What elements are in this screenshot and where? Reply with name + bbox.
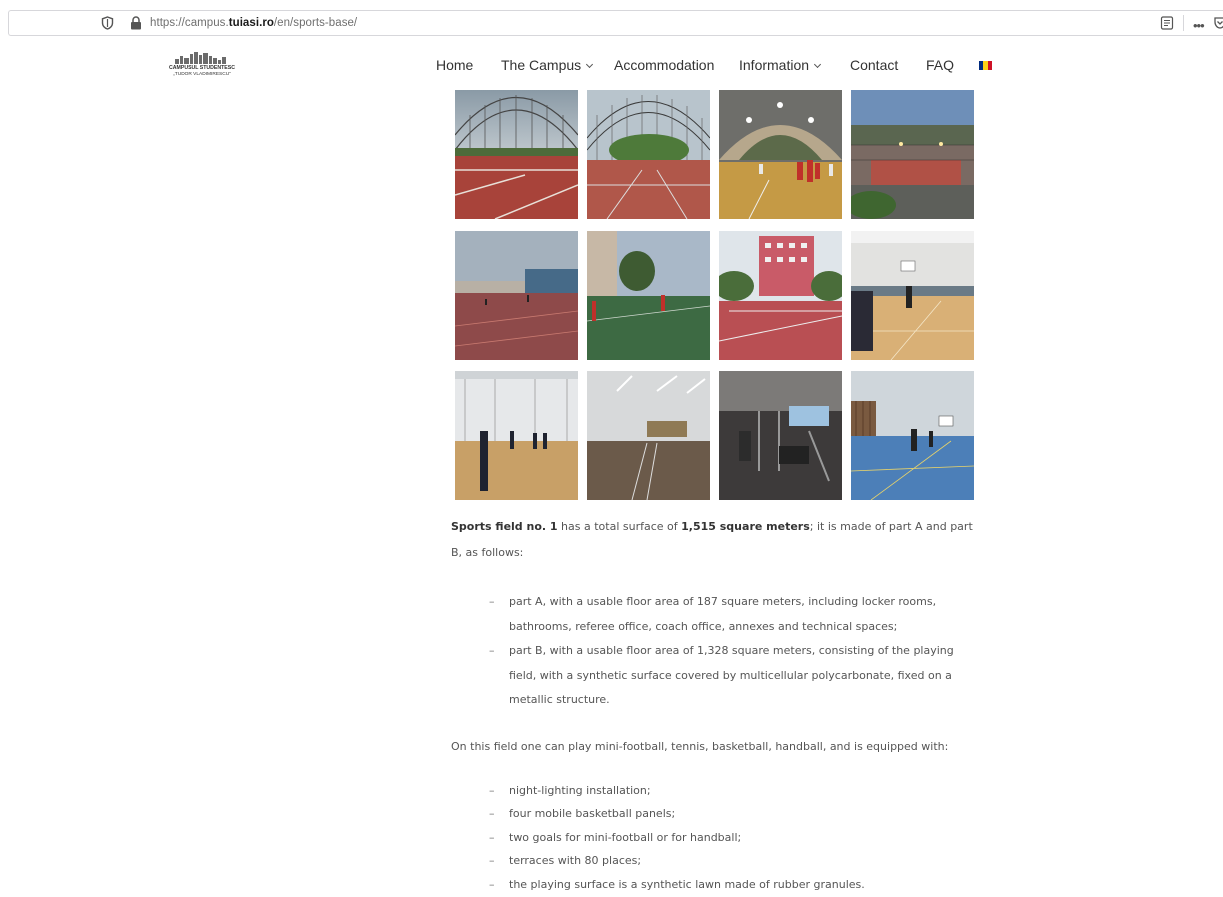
list-item: the playing surface is a synthetic lawn …	[489, 873, 981, 897]
dome-tennis-court-photo[interactable]	[455, 90, 578, 219]
paragraph-sports-field-intro: Sports field no. 1 has a total surface o…	[451, 520, 973, 559]
fitness-room-photo[interactable]	[719, 371, 842, 500]
part-list: part A, with a usable floor area of 187 …	[451, 590, 981, 713]
list-item: two goals for mini-football or for handb…	[489, 826, 981, 850]
romanian-flag-icon[interactable]	[979, 61, 992, 70]
nav-faq[interactable]: FAQ	[926, 57, 954, 73]
indoor-gym-players-photo[interactable]	[455, 371, 578, 500]
pocket-icon[interactable]	[1214, 16, 1223, 30]
blue-floor-gym-photo[interactable]	[851, 371, 974, 500]
list-item: part A, with a usable floor area of 187 …	[489, 590, 981, 639]
url-text[interactable]: https://campus.tuiasi.ro/en/sports-base/	[150, 17, 357, 29]
logo-line2: „TUDOR VLADIMIRESCU”	[173, 71, 231, 77]
list-item: terraces with 80 places;	[489, 849, 981, 873]
list-item: four mobile basketball panels;	[489, 802, 981, 826]
campus-logo[interactable]: CAMPUSUL STUDENTESC „TUDOR VLADIMIRESCU”	[161, 51, 243, 77]
article-body: Sports field no. 1 has a total surface o…	[451, 514, 981, 896]
paragraph-equipment-intro: On this field one can play mini-football…	[451, 739, 949, 753]
indoor-basketball-photo[interactable]	[851, 231, 974, 360]
dome-court-trees-photo[interactable]	[587, 90, 710, 219]
toolbar-separator	[1183, 15, 1184, 31]
equipment-list: night-lighting installation; four mobile…	[451, 779, 981, 897]
green-football-pitch-photo[interactable]	[587, 231, 710, 360]
nav-accommodation[interactable]: Accommodation	[614, 57, 714, 73]
dome-handball-night-photo[interactable]	[719, 90, 842, 219]
list-item: night-lighting installation;	[489, 779, 981, 803]
chevron-down-icon	[814, 60, 822, 69]
nav-home[interactable]: Home	[436, 57, 473, 73]
tracking-shield-icon[interactable]	[101, 16, 114, 30]
reader-view-icon[interactable]	[1160, 16, 1174, 30]
browser-toolbar: https://campus.tuiasi.ro/en/sports-base/…	[0, 0, 1223, 44]
court-apartment-block-photo[interactable]	[719, 231, 842, 360]
outdoor-court-evening-photo[interactable]	[851, 90, 974, 219]
outdoor-red-court-photo[interactable]	[455, 231, 578, 360]
lock-icon[interactable]	[130, 16, 142, 30]
nav-the-campus[interactable]: The Campus	[501, 57, 594, 73]
photo-gallery	[455, 90, 974, 500]
logo-line1: CAMPUSUL STUDENTESC	[169, 65, 235, 71]
page-actions-icon[interactable]: •••	[1193, 18, 1205, 33]
list-item: part B, with a usable floor area of 1,32…	[489, 639, 981, 713]
nav-contact[interactable]: Contact	[850, 57, 898, 73]
empty-gym-hall-photo[interactable]	[587, 371, 710, 500]
nav-information[interactable]: Information	[739, 57, 822, 73]
chevron-down-icon	[586, 60, 594, 69]
